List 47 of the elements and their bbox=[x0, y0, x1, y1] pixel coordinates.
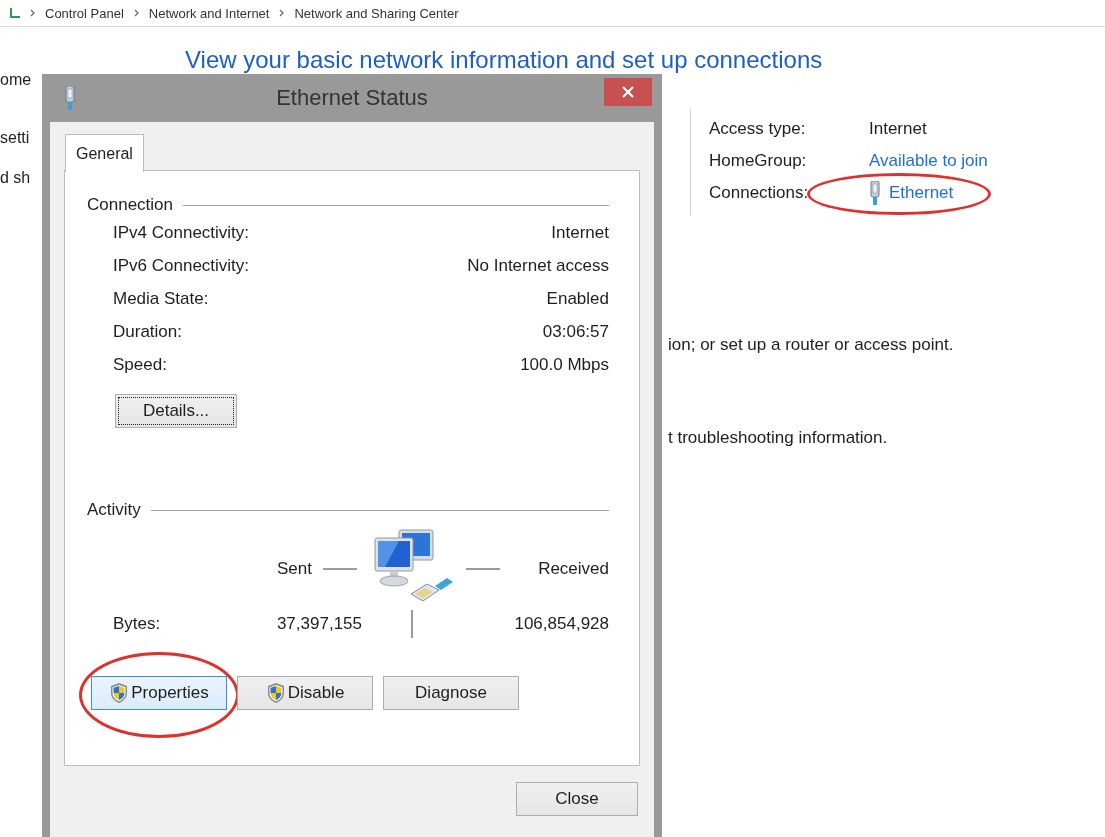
breadcrumb-item[interactable]: Control Panel bbox=[45, 5, 124, 21]
chevron-icon bbox=[133, 9, 139, 17]
close-button[interactable]: Close bbox=[516, 782, 638, 816]
homegroup-link[interactable]: Available to join bbox=[869, 149, 988, 173]
info-value: Internet bbox=[869, 118, 927, 140]
received-label: Received bbox=[537, 559, 609, 579]
shield-icon bbox=[109, 682, 130, 704]
tab[interactable]: General bbox=[65, 134, 144, 172]
close-icon[interactable] bbox=[604, 78, 652, 106]
property-label: Speed: bbox=[113, 354, 168, 376]
sent-label: Sent bbox=[276, 559, 312, 579]
action-button[interactable]: Diagnose bbox=[383, 676, 519, 710]
property-label: IPv6 Connectivity: bbox=[113, 255, 251, 277]
details-button[interactable]: Details... bbox=[115, 394, 237, 428]
property-label: IPv4 Connectivity: bbox=[113, 222, 251, 244]
group-label: Activity bbox=[87, 500, 141, 520]
breadcrumb-item[interactable]: Network and Sharing Center bbox=[294, 5, 459, 21]
window-ethernet-icon bbox=[64, 86, 76, 110]
chevron-icon bbox=[30, 9, 35, 17]
shield-icon bbox=[265, 682, 286, 704]
property-label: Media State: bbox=[113, 288, 210, 310]
bytes-label: Bytes: bbox=[113, 614, 162, 634]
chevron-icon bbox=[279, 9, 285, 17]
info-label: HomeGroup: bbox=[709, 150, 808, 172]
property-value: 100.0 Mbps bbox=[519, 354, 609, 376]
bytes-received-value: 106,854,928 bbox=[513, 614, 609, 634]
action-button[interactable]: Disable bbox=[237, 676, 373, 710]
info-label: Access type: bbox=[709, 118, 807, 140]
ethernet-plug-icon bbox=[869, 181, 881, 205]
breadcrumb-item[interactable]: Network and Internet bbox=[148, 5, 270, 21]
info-label: Connections: bbox=[709, 182, 810, 204]
property-label: Duration: bbox=[113, 321, 183, 343]
action-button[interactable]: Properties bbox=[91, 676, 227, 710]
connection-link[interactable]: Ethernet bbox=[889, 181, 954, 205]
sidebar-link[interactable]: ome bbox=[0, 69, 32, 91]
description-text: ion; or set up a router or access point. bbox=[668, 334, 955, 356]
group-label: Connection bbox=[87, 195, 173, 215]
property-value: Enabled bbox=[545, 288, 609, 310]
description-text: t troubleshooting information. bbox=[668, 427, 889, 449]
dialog-title: Ethernet Status bbox=[276, 85, 428, 110]
property-value: Internet bbox=[550, 222, 609, 244]
page-heading: View your basic network information and set up connections bbox=[185, 47, 824, 73]
sidebar-link[interactable]: setti bbox=[0, 127, 30, 149]
sidebar-link[interactable]: d sh bbox=[0, 167, 31, 189]
property-value: 03:06:57 bbox=[541, 321, 609, 343]
property-value: No Internet access bbox=[467, 255, 609, 277]
bytes-sent-value: 37,397,155 bbox=[275, 614, 362, 634]
